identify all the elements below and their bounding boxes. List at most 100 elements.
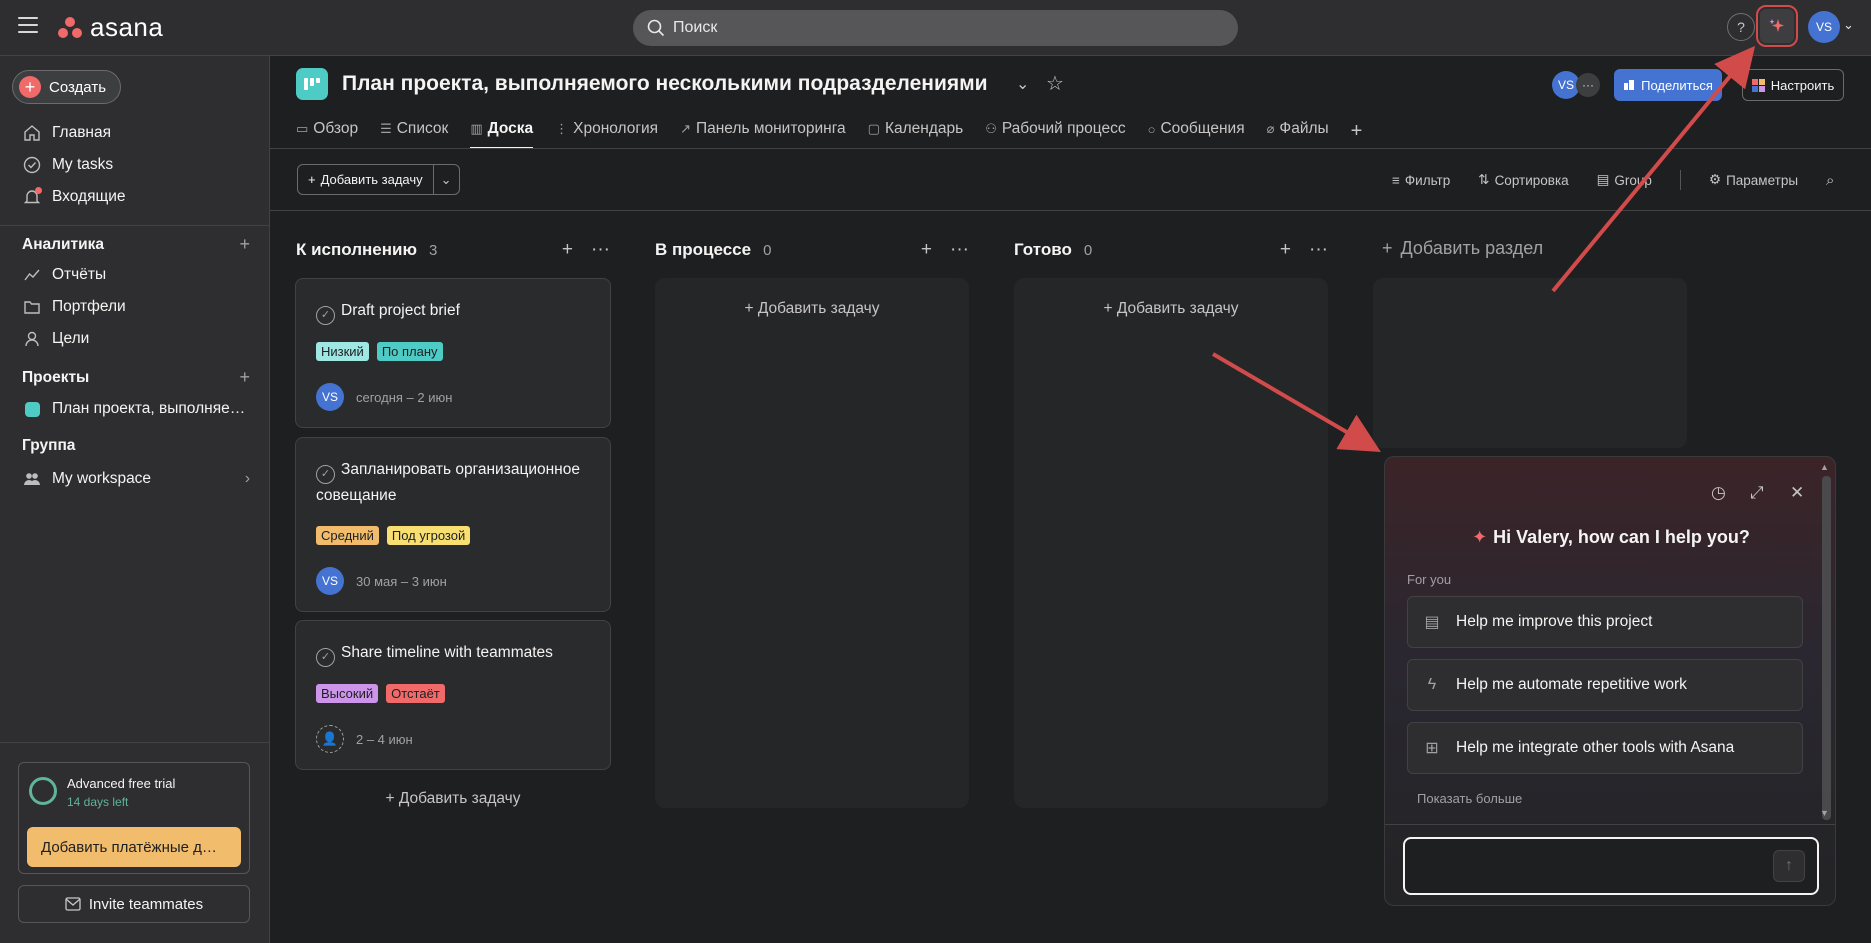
complete-check-icon[interactable]: ✓ [316,464,335,484]
create-button[interactable]: + Создать [12,70,122,104]
add-tab-icon[interactable]: + [1351,113,1363,149]
add-task-label: Добавить задачу [757,300,880,317]
column-header[interactable]: Готово 0 + ··· [1014,238,1328,262]
sidebar-item-inbox[interactable]: Входящие [22,186,250,208]
expand-icon[interactable]: ⤢ [1750,483,1764,503]
add-section-button[interactable]: + Добавить раздел [1382,238,1543,259]
add-icon[interactable]: + [1280,239,1291,261]
tab-timeline[interactable]: ⋮ Хронология [555,113,658,145]
sort-label: Сортировка [1494,172,1569,188]
members-more-icon[interactable]: ··· [1576,73,1600,97]
project-icon[interactable] [296,68,328,100]
add-icon[interactable]: + [562,239,573,261]
list-icon: ☰ [380,121,392,136]
scroll-down-icon[interactable]: ▼ [1820,808,1829,818]
ai-assistant-button[interactable] [1756,5,1798,47]
sidebar-item-reports[interactable]: Отчёты [22,264,250,286]
add-icon[interactable]: + [921,239,932,261]
invite-teammates-button[interactable]: Invite teammates [18,885,250,923]
task-card[interactable]: ✓ Запланировать организационное совещание… [295,437,611,612]
sidebar-item-label: Портфели [52,298,126,315]
search-input[interactable] [673,19,1193,37]
workflow-icon: ⚇ [985,121,997,136]
group-button[interactable]: ▤ Group [1597,172,1652,188]
complete-check-icon[interactable]: ✓ [316,647,335,667]
unassigned-avatar-icon[interactable]: 👤 [316,725,344,753]
scroll-up-icon[interactable]: ▲ [1820,462,1829,472]
menu-icon[interactable] [18,17,38,37]
status-tag: Под угрозой [386,526,471,545]
sidebar-item-goals[interactable]: Цели [22,328,250,350]
sidebar-item-my-workspace[interactable]: My workspace › [22,468,250,490]
analytics-section-header[interactable]: Аналитика + [22,234,250,255]
panel-scrollbar[interactable] [1822,476,1831,820]
filter-label: Фильтр [1404,172,1451,188]
ai-message-input[interactable] [1423,851,1753,881]
task-card[interactable]: ✓ Share timeline with teammates Высокий О… [295,620,611,770]
complete-check-icon[interactable]: ✓ [316,305,335,325]
column-header[interactable]: К исполнению 3 + ··· [296,238,610,262]
suggestion-integrate-tools[interactable]: ⊞ Help me integrate other tools with Asan… [1407,722,1803,774]
project-title[interactable]: План проекта, выполняемого несколькими п… [342,72,988,96]
sidebar-item-project[interactable]: План проекта, выполняе… [22,398,250,420]
task-card[interactable]: ✓ Draft project brief Низкий По плану VS … [295,278,611,428]
task-dates: 30 мая – 3 июн [356,573,447,589]
share-button[interactable]: Поделиться [1614,69,1722,101]
column-add-task[interactable]: + Добавить задачу [295,790,611,808]
view-toolbar: ≡ Фильтр ⇅ Сортировка ▤ Group ⚙ Параметры ⌕ [1392,170,1834,190]
search-bar[interactable] [633,10,1238,46]
asana-logo[interactable]: asana [58,12,163,43]
chevron-down-icon[interactable]: ⌄ [434,165,459,194]
history-icon[interactable]: ◷ [1711,483,1726,503]
tab-messages[interactable]: ○ Сообщения [1148,113,1245,145]
more-icon[interactable]: ··· [950,239,969,261]
add-icon[interactable]: + [239,367,250,388]
suggestion-automate-work[interactable]: ϟ Help me automate repetitive work [1407,659,1803,711]
tab-calendar[interactable]: ▢ Календарь [868,113,964,145]
show-more-link[interactable]: Показать больше [1417,791,1522,806]
add-task-main[interactable]: + Добавить задачу [298,165,434,194]
share-icon [1624,80,1635,90]
chevron-down-icon[interactable]: ⌄ [1016,74,1029,94]
bell-icon [22,187,42,207]
sidebar-item-my-tasks[interactable]: My tasks [22,154,250,176]
column-add-task[interactable]: + Добавить задачу [655,300,969,318]
sidebar-item-home[interactable]: Главная [22,122,250,144]
tab-overview[interactable]: ▭ Обзор [296,113,358,145]
add-icon[interactable]: + [239,234,250,255]
search-icon[interactable]: ⌕ [1826,172,1834,189]
assignee-avatar[interactable]: VS [316,383,344,411]
sidebar-item-label: План проекта, выполняе… [52,400,246,417]
tab-files[interactable]: ⌀ Файлы [1267,113,1329,145]
sort-button[interactable]: ⇅ Сортировка [1478,172,1568,188]
column-add-task[interactable]: + Добавить задачу [1014,300,1328,318]
more-icon[interactable]: ··· [1309,239,1328,261]
column-header[interactable]: В процессе 0 + ··· [655,238,969,262]
ai-greeting: ✦ Hi Valery, how can I help you? [1385,527,1835,548]
options-button[interactable]: ⚙ Параметры [1709,172,1798,188]
star-icon[interactable]: ☆ [1046,71,1064,96]
tab-workflow[interactable]: ⚇ Рабочий процесс [985,113,1125,145]
assignee-avatar[interactable]: VS [316,567,344,595]
tab-list[interactable]: ☰ Список [380,113,448,145]
send-arrow-icon[interactable]: ↑ [1773,850,1805,882]
suggestion-improve-project[interactable]: ▤ Help me improve this project [1407,596,1803,648]
create-label: Создать [49,78,107,96]
sidebar-item-portfolios[interactable]: Портфели [22,296,250,318]
customize-button[interactable]: Настроить [1742,69,1844,101]
project-tabs: ▭ Обзор ☰ Список ▥ Доска ⋮ Хронология ↗ Панел… [296,113,1362,149]
add-billing-button[interactable]: Добавить платёжные д… [27,827,241,867]
help-button[interactable]: ? [1727,13,1755,41]
user-avatar[interactable]: VS [1808,11,1840,43]
tab-board[interactable]: ▥ Доска [470,113,533,149]
tab-dashboard[interactable]: ↗ Панель мониторинга [680,113,846,145]
more-icon[interactable]: ··· [591,239,610,261]
filter-button[interactable]: ≡ Фильтр [1392,173,1450,188]
add-task-label: Добавить задачу [1116,300,1239,317]
chevron-down-icon[interactable]: ⌄ [1843,17,1854,33]
ai-input-box[interactable]: ↑ [1403,837,1819,895]
add-task-button[interactable]: + Добавить задачу ⌄ [297,164,460,195]
check-circle-icon [22,155,42,175]
close-icon[interactable]: ✕ [1790,483,1804,503]
projects-section-header[interactable]: Проекты + [22,367,250,388]
